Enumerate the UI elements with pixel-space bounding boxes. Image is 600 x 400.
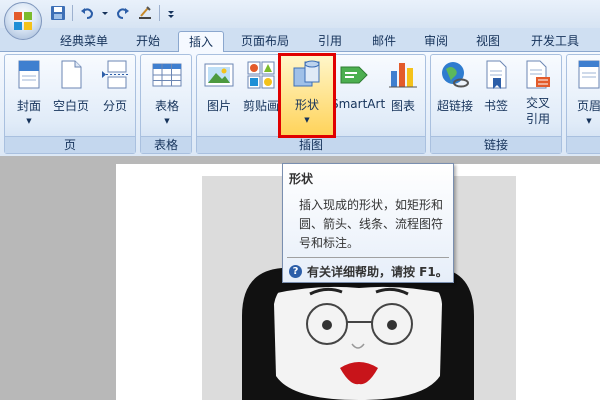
cover-page-dropdown-icon: ▼: [26, 117, 32, 125]
table-dropdown-icon: ▼: [164, 117, 170, 125]
table-icon: [151, 59, 183, 91]
tab-view[interactable]: 视图: [466, 31, 510, 52]
group-pages-label: 页: [5, 136, 135, 153]
tab-classic-menu[interactable]: 经典菜单: [48, 31, 120, 52]
tooltip-title: 形状: [289, 172, 314, 186]
group-table: 表格 ▼ 表格: [140, 54, 192, 154]
tab-page-layout[interactable]: 页面布局: [232, 31, 298, 52]
group-table-label: 表格: [141, 136, 191, 153]
tab-review[interactable]: 审阅: [414, 31, 458, 52]
shapes-highlight-box: [278, 53, 336, 138]
bookmark-button[interactable]: 书签: [479, 59, 513, 114]
group-links: 超链接 书签 交叉 引用 链接: [430, 54, 562, 154]
page-break-button[interactable]: 分页: [97, 59, 133, 114]
header-icon: [573, 59, 600, 91]
tooltip-help-text: 有关详细帮助，请按 F1。: [307, 265, 448, 279]
tooltip-line-3: 号和标注。: [299, 236, 360, 250]
save-icon[interactable]: [50, 5, 66, 21]
chart-icon: [387, 59, 419, 91]
clip-art-icon: [245, 59, 277, 91]
cross-reference-label-1: 交叉: [525, 96, 550, 110]
office-button[interactable]: [4, 2, 42, 40]
blank-page-button[interactable]: 空白页: [51, 59, 91, 114]
tab-insert[interactable]: 插入: [178, 31, 224, 52]
qat-dropdown-icon[interactable]: [166, 5, 176, 21]
qat-icons: [50, 5, 176, 21]
tab-developer[interactable]: 开发工具: [522, 31, 588, 52]
smartart-icon: [339, 59, 371, 91]
cover-page-label: 封面: [16, 99, 41, 113]
header-button[interactable]: 页眉 ▼: [571, 59, 600, 125]
blank-page-label: 空白页: [52, 99, 89, 113]
help-icon: ?: [289, 265, 302, 278]
quick-access-toolbar: [0, 0, 600, 28]
tooltip-divider: [287, 257, 449, 258]
tooltip-description: 插入现成的形状，如矩形和 圆、箭头、线条、流程图符 号和标注。: [299, 196, 451, 253]
group-pages: 封面 ▼ 空白页 分页 页: [4, 54, 136, 154]
chart-button[interactable]: 图表: [385, 59, 421, 114]
header-dropdown-icon: ▼: [586, 117, 592, 125]
group-header-footer: 页眉 ▼: [566, 54, 600, 154]
table-button[interactable]: 表格 ▼: [147, 59, 187, 125]
smartart-label: SmartArt: [331, 97, 386, 111]
format-painter-icon[interactable]: [137, 5, 153, 21]
ribbon-tabs: 经典菜单 开始 插入 页面布局 引用 邮件 审阅 视图 开发工具: [0, 28, 600, 52]
table-label: 表格: [154, 99, 179, 113]
qat-separator: [159, 5, 160, 21]
tooltip-line-1: 插入现成的形状，如矩形和: [299, 198, 444, 212]
clip-art-button[interactable]: 剪贴画: [241, 59, 281, 114]
group-header-footer-label: [567, 136, 600, 153]
smartart-button[interactable]: SmartArt: [331, 59, 386, 111]
hyperlink-label: 超链接: [436, 99, 473, 113]
blank-page-icon: [55, 59, 87, 91]
group-illustrations-label: 插图: [197, 136, 425, 153]
shapes-tooltip: 形状 插入现成的形状，如矩形和 圆、箭头、线条、流程图符 号和标注。 ? 有关详…: [282, 163, 454, 283]
cross-reference-label-2: 引用: [525, 112, 550, 126]
tab-mailings[interactable]: 邮件: [362, 31, 406, 52]
tab-home[interactable]: 开始: [126, 31, 170, 52]
clip-art-label: 剪贴画: [242, 99, 279, 113]
undo-icon[interactable]: [79, 5, 95, 21]
redo-icon[interactable]: [115, 5, 131, 21]
tooltip-line-2: 圆、箭头、线条、流程图符: [299, 217, 444, 231]
page-break-icon: [99, 59, 131, 91]
tab-references[interactable]: 引用: [308, 31, 352, 52]
group-links-label: 链接: [431, 136, 561, 153]
cross-reference-icon: [522, 59, 554, 91]
cover-page-button[interactable]: 封面 ▼: [11, 59, 47, 125]
picture-button[interactable]: 图片: [201, 59, 237, 114]
header-label: 页眉: [576, 99, 600, 113]
hyperlink-button[interactable]: 超链接: [433, 59, 477, 114]
hyperlink-icon: [439, 59, 471, 91]
undo-dropdown-icon[interactable]: [101, 5, 109, 21]
office-logo-icon: [14, 12, 32, 30]
bookmark-icon: [480, 59, 512, 91]
bookmark-label: 书签: [483, 99, 508, 113]
cross-reference-button[interactable]: 交叉 引用: [519, 59, 557, 127]
chart-label: 图表: [390, 99, 415, 113]
qat-separator: [72, 5, 73, 21]
page-break-label: 分页: [102, 99, 127, 113]
picture-label: 图片: [206, 99, 231, 113]
picture-icon: [203, 59, 235, 91]
cover-page-icon: [13, 59, 45, 91]
tooltip-help: ? 有关详细帮助，请按 F1。: [289, 263, 448, 280]
